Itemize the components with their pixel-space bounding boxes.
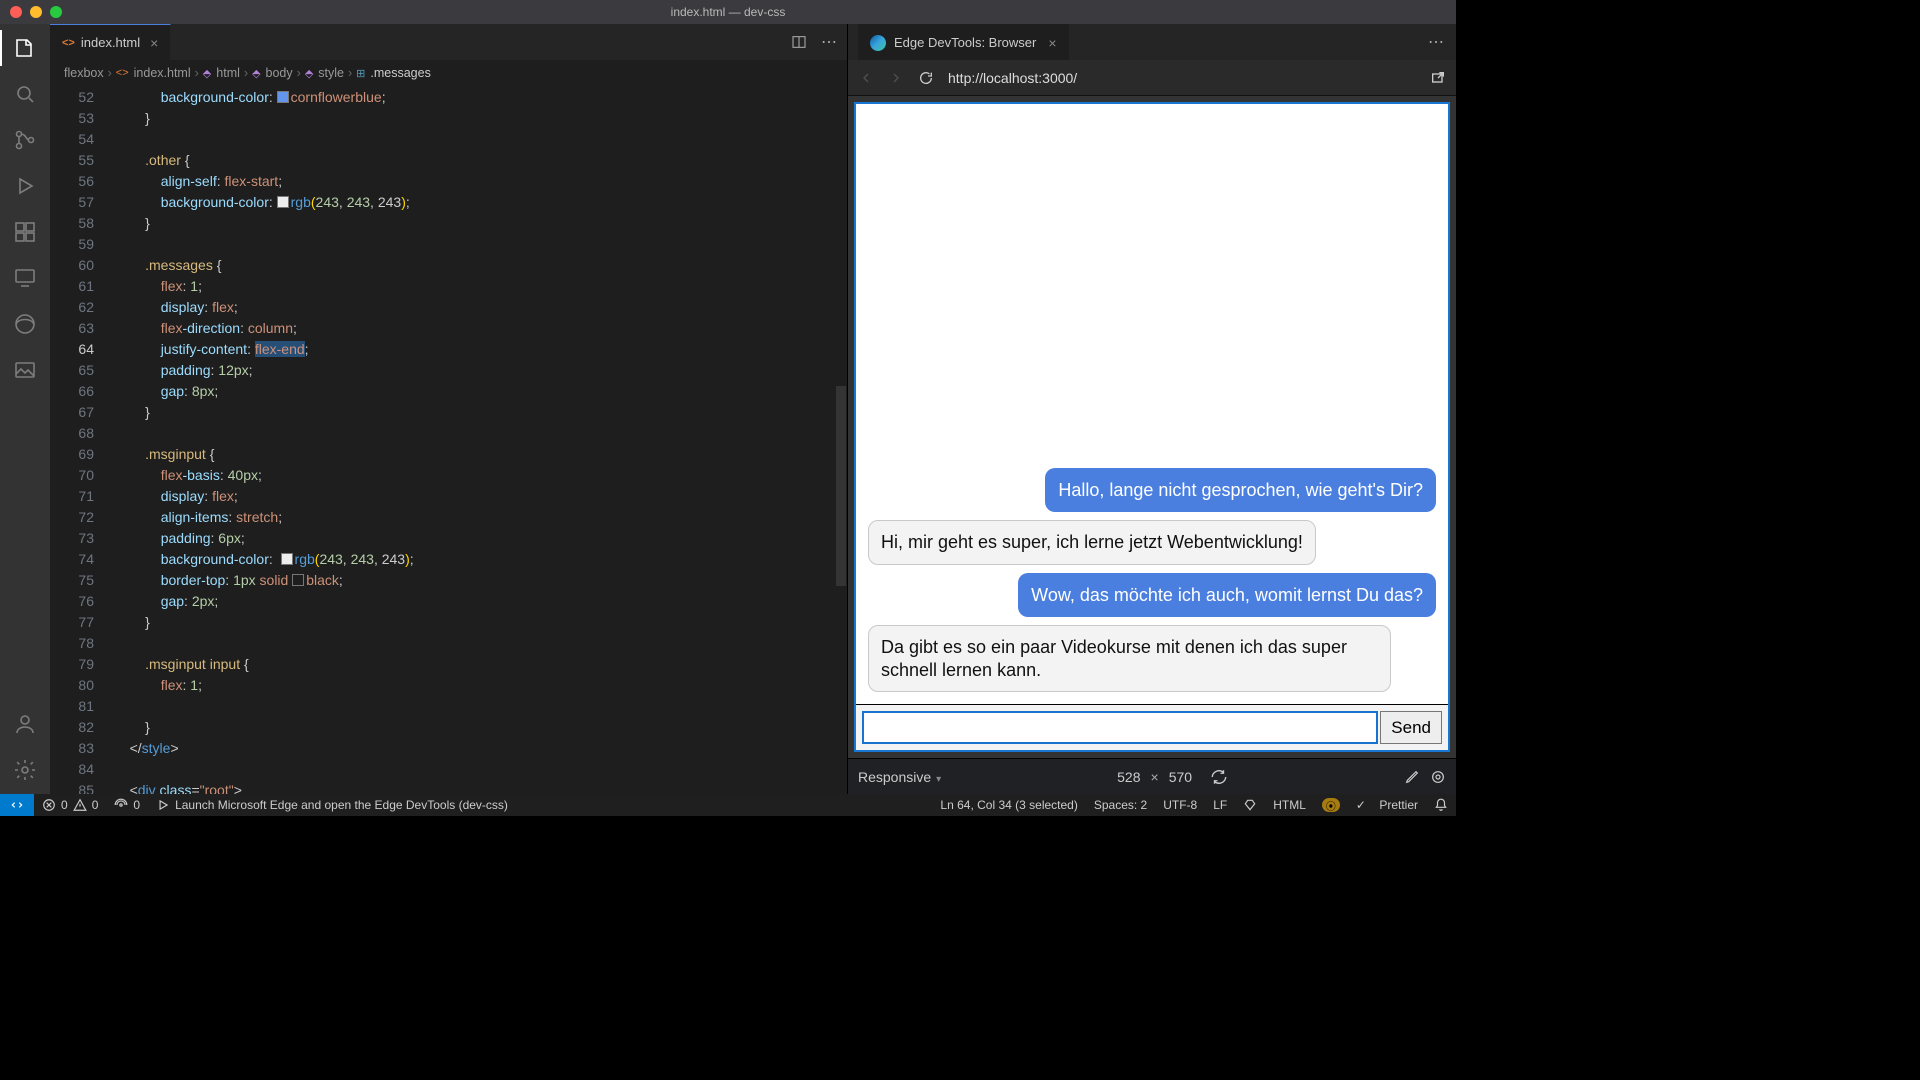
send-button[interactable]: Send [1380,711,1442,744]
crumb-selector[interactable]: .messages [370,66,430,80]
message-input-bar: Send [856,704,1448,750]
chat-message-other: Hi, mir geht es super, ich lerne jetzt W… [868,520,1316,565]
selector-icon: ⊞ [356,67,365,80]
nav-back-icon[interactable] [858,70,874,86]
edge-browser-icon [870,35,886,51]
status-eol[interactable]: LF [1205,798,1235,812]
message-input[interactable] [862,711,1378,744]
dimension-separator-icon: × [1151,769,1159,785]
messages-container: Hallo, lange nicht gesprochen, wie geht'… [856,104,1448,704]
close-tab-icon[interactable]: × [1048,35,1056,51]
explorer-icon[interactable] [13,36,37,60]
tag-icon: ⬘ [203,67,211,80]
status-spaces[interactable]: Spaces: 2 [1086,798,1155,812]
code-editor[interactable]: 5253545556575859606162636465666768697071… [50,86,847,794]
tag-icon: ⬘ [305,67,313,80]
open-external-icon[interactable] [1430,70,1446,86]
html-file-icon: <> [62,37,75,49]
status-encoding[interactable]: UTF-8 [1155,798,1205,812]
minimize-window-button[interactable] [30,6,42,18]
page-root: Hallo, lange nicht gesprochen, wie geht'… [854,102,1450,752]
window-title: index.html — dev-css [671,5,786,19]
browser-viewport: Hallo, lange nicht gesprochen, wie geht'… [848,96,1456,758]
status-launch-text: Launch Microsoft Edge and open the Edge … [175,798,508,812]
code-content[interactable]: background-color: cornflowerblue; } .oth… [114,86,847,794]
status-cursor[interactable]: Ln 64, Col 34 (3 selected) [932,798,1085,812]
status-warnings-count: 0 [92,798,99,812]
status-notifications-icon[interactable] [1426,798,1456,812]
target-icon[interactable] [1430,769,1446,785]
edit-icon[interactable] [1404,769,1420,785]
search-icon[interactable] [13,82,37,106]
status-formatter-label: Prettier [1379,798,1418,812]
status-go-live[interactable]: ⦿ [1314,798,1348,812]
viewport-width[interactable]: 528 [1117,769,1140,785]
editor-group: <> index.html × ⋯ flexbox › <>index.html… [50,24,848,794]
browser-nav: http://localhost:3000/ [848,60,1456,96]
viewport-height[interactable]: 570 [1169,769,1192,785]
reload-icon[interactable] [918,70,934,86]
tag-icon: ⬘ [252,67,260,80]
breadcrumbs[interactable]: flexbox › <>index.html › ⬘html › ⬘body ›… [50,60,847,86]
html-file-icon: <> [116,67,129,79]
more-actions-icon[interactable]: ⋯ [821,32,837,52]
gallery-icon[interactable] [13,358,37,382]
tab-filename: index.html [81,35,140,50]
activity-bar [0,24,50,794]
device-mode-select[interactable]: Responsive [858,769,941,785]
editor-tabbar: <> index.html × ⋯ [50,24,847,60]
status-port-badge[interactable] [1235,798,1265,812]
edge-tools-icon[interactable] [13,312,37,336]
crumb-html[interactable]: html [216,66,240,80]
accounts-icon[interactable] [13,712,37,736]
crumb-file[interactable]: index.html [134,66,191,80]
rotate-icon[interactable] [1210,768,1228,786]
line-gutter: 5253545556575859606162636465666768697071… [50,86,114,794]
status-language[interactable]: HTML [1265,798,1314,812]
crumb-style[interactable]: style [318,66,344,80]
chat-message-mine: Hallo, lange nicht gesprochen, wie geht'… [1045,468,1436,513]
crumb-folder[interactable]: flexbox [64,66,104,80]
close-tab-icon[interactable]: × [150,35,158,51]
status-ports[interactable]: 0 [106,798,148,812]
window-controls [10,6,62,18]
chat-message-mine: Wow, das möchte ich auch, womit lernst D… [1018,573,1436,618]
status-bar: 0 0 0 Launch Microsoft Edge and open the… [0,794,1456,816]
source-control-icon[interactable] [13,128,37,152]
macos-titlebar: index.html — dev-css [0,0,1456,24]
more-actions-icon[interactable]: ⋯ [1428,32,1446,52]
remote-indicator[interactable] [0,794,34,816]
close-window-button[interactable] [10,6,22,18]
nav-forward-icon[interactable] [888,70,904,86]
devtools-tab-browser[interactable]: Edge DevTools: Browser × [858,24,1069,60]
extensions-icon[interactable] [13,220,37,244]
chat-message-other: Da gibt es so ein paar Videokurse mit de… [868,625,1391,692]
devtools-tabbar: Edge DevTools: Browser × ⋯ [848,24,1456,60]
live-badge-icon: ⦿ [1322,798,1340,812]
devtools-tab-title: Edge DevTools: Browser [894,35,1036,50]
editor-actions: ⋯ [791,24,847,60]
run-debug-icon[interactable] [13,174,37,198]
remote-explorer-icon[interactable] [13,266,37,290]
zoom-window-button[interactable] [50,6,62,18]
editor-scrollbar[interactable] [836,386,846,586]
devtools-footer: Responsive 528 × 570 [848,758,1456,794]
status-errors-count: 0 [61,798,68,812]
status-ports-count: 0 [133,798,140,812]
status-launch-hint[interactable]: Launch Microsoft Edge and open the Edge … [148,798,516,812]
crumb-body[interactable]: body [266,66,293,80]
status-problems[interactable]: 0 0 [34,798,106,812]
devtools-panel: Edge DevTools: Browser × ⋯ http://localh… [848,24,1456,794]
editor-tab-index-html[interactable]: <> index.html × [50,24,171,60]
split-editor-icon[interactable] [791,34,807,50]
settings-gear-icon[interactable] [13,758,37,782]
address-bar[interactable]: http://localhost:3000/ [948,70,1416,86]
status-formatter[interactable]: ✓ Prettier [1348,798,1426,812]
